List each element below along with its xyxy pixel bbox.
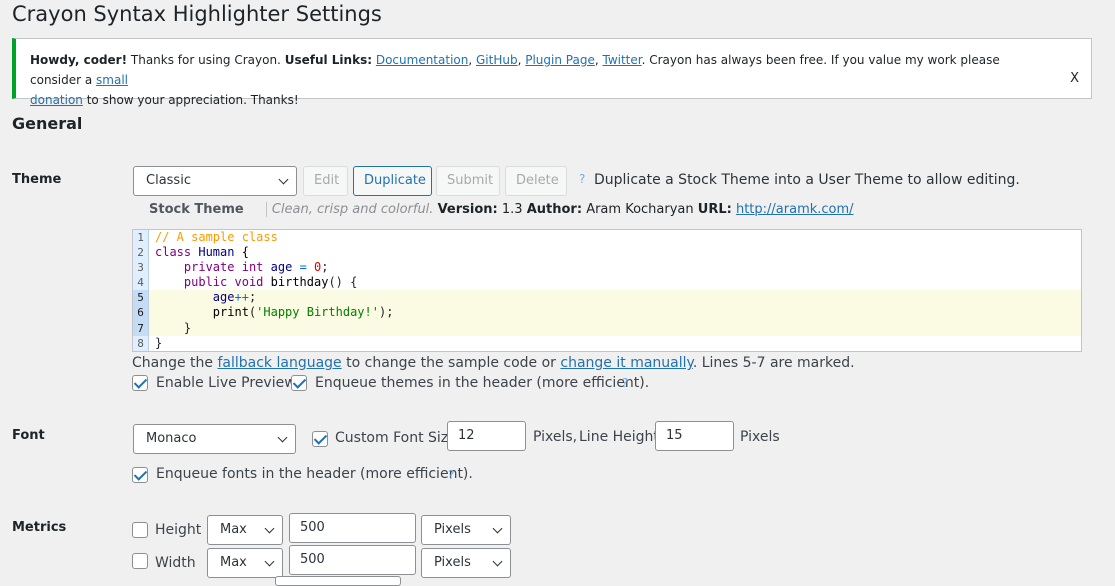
- thanks-notice: Howdy, coder! Thanks for using Crayon. U…: [12, 38, 1092, 107]
- theme-version: 1.3: [501, 202, 523, 217]
- preview-note-middle: to change the sample code or: [341, 355, 561, 371]
- metrics-label: Metrics: [12, 520, 67, 535]
- enqueue-fonts-help-icon[interactable]: ?: [448, 468, 454, 482]
- line-number: 2: [133, 245, 149, 261]
- notice-thanks: Thanks for using Crayon.: [127, 53, 285, 67]
- code-preview: 1// A sample class 2 class Human { 3 priv…: [132, 229, 1082, 352]
- theme-url-link[interactable]: http://aramk.com/: [736, 202, 854, 217]
- font-size-input[interactable]: 12: [447, 421, 526, 451]
- theme-label: Theme: [12, 172, 62, 187]
- line-height-unit: Pixels: [740, 429, 780, 445]
- enqueue-fonts-checkbox[interactable]: [132, 467, 148, 483]
- preview-note: Change the fallback language to change t…: [132, 355, 855, 371]
- enqueue-themes-help-icon[interactable]: ?: [622, 376, 628, 390]
- height-mode-select[interactable]: Max: [207, 515, 283, 545]
- theme-description: Clean, crisp and colorful.: [265, 202, 434, 217]
- width-checkbox[interactable]: [132, 553, 148, 569]
- notice-appreciation: to show your appreciation. Thanks!: [82, 93, 299, 107]
- font-select[interactable]: Monaco: [133, 424, 296, 454]
- chevron-down-icon: [492, 523, 503, 534]
- notice-links-label: Useful Links:: [284, 53, 373, 67]
- live-preview-checkbox[interactable]: [132, 375, 148, 391]
- fallback-language-link[interactable]: fallback language: [217, 355, 341, 371]
- link-donation[interactable]: donation: [30, 93, 83, 107]
- line-number: 6: [133, 305, 149, 321]
- link-github[interactable]: GitHub: [476, 53, 518, 67]
- enqueue-themes-checkbox[interactable]: [291, 375, 307, 391]
- section-general-heading: General: [12, 114, 83, 133]
- width-value-input[interactable]: 500: [289, 545, 416, 575]
- line-number: 7: [133, 320, 149, 336]
- font-size-unit: Pixels,: [533, 429, 578, 445]
- chevron-down-icon: [264, 523, 275, 534]
- change-manually-link[interactable]: change it manually: [560, 355, 692, 371]
- line-number: 4: [133, 275, 149, 291]
- edit-theme-button[interactable]: Edit: [303, 166, 348, 196]
- line-number: 8: [133, 335, 149, 351]
- line-number: 3: [133, 260, 149, 276]
- chevron-down-icon: [278, 174, 289, 185]
- url-label: URL:: [697, 202, 732, 217]
- width-unit-value: Pixels: [434, 555, 471, 570]
- height-mode-value: Max: [220, 522, 247, 537]
- theme-info: Stock Theme Clean, crisp and colorful. V…: [149, 202, 854, 217]
- preview-note-prefix: Change the: [132, 355, 218, 371]
- page-title: Crayon Syntax Highlighter Settings: [12, 2, 382, 26]
- line-number: 1: [133, 230, 149, 246]
- duplicate-theme-button[interactable]: Duplicate: [353, 166, 432, 196]
- chevron-down-icon: [492, 556, 503, 567]
- width-mode-select[interactable]: Max: [207, 548, 283, 578]
- link-small-donation[interactable]: small: [96, 73, 128, 87]
- stock-theme-label: Stock Theme: [149, 202, 244, 217]
- height-label: Height: [155, 522, 202, 538]
- width-label: Width: [155, 555, 196, 571]
- custom-font-size-checkbox[interactable]: [312, 431, 328, 447]
- version-label: Version:: [437, 202, 498, 217]
- line-height-input[interactable]: 15: [655, 421, 734, 451]
- enqueue-fonts-label: Enqueue fonts in the header (more effici…: [156, 466, 473, 482]
- link-twitter[interactable]: Twitter: [602, 53, 641, 67]
- theme-author: Aram Kocharyan: [586, 202, 694, 217]
- width-mode-value: Max: [220, 555, 247, 570]
- theme-hint: Duplicate a Stock Theme into a User Them…: [594, 172, 1020, 188]
- preview-note-suffix: . Lines 5-7 are marked.: [692, 355, 855, 371]
- author-label: Author:: [526, 202, 583, 217]
- chevron-down-icon: [277, 432, 288, 443]
- enqueue-themes-label: Enqueue themes in the header (more effic…: [315, 375, 650, 391]
- dismiss-notice-button[interactable]: X: [1070, 69, 1079, 89]
- font-label: Font: [12, 428, 45, 443]
- height-unit-value: Pixels: [434, 522, 471, 537]
- theme-select[interactable]: Classic: [133, 166, 297, 196]
- height-checkbox[interactable]: [132, 522, 148, 538]
- custom-font-size-label: Custom Font Size: [335, 430, 457, 446]
- link-documentation[interactable]: Documentation: [376, 53, 469, 67]
- chevron-down-icon: [264, 556, 275, 567]
- submit-theme-button[interactable]: Submit: [436, 166, 500, 196]
- height-value-input[interactable]: 500: [289, 513, 416, 543]
- delete-theme-button[interactable]: Delete: [505, 166, 567, 196]
- link-plugin-page[interactable]: Plugin Page: [525, 53, 595, 67]
- live-preview-label: Enable Live Preview: [156, 375, 296, 391]
- width-unit-select[interactable]: Pixels: [421, 548, 511, 578]
- notice-greeting: Howdy, coder!: [30, 53, 128, 67]
- line-height-label: Line Height: [579, 429, 659, 445]
- line-number: 5: [133, 290, 149, 306]
- theme-help-icon[interactable]: ?: [579, 172, 585, 186]
- partial-input[interactable]: [275, 576, 401, 586]
- theme-select-value: Classic: [146, 173, 191, 188]
- height-unit-select[interactable]: Pixels: [421, 515, 511, 545]
- font-select-value: Monaco: [146, 431, 197, 446]
